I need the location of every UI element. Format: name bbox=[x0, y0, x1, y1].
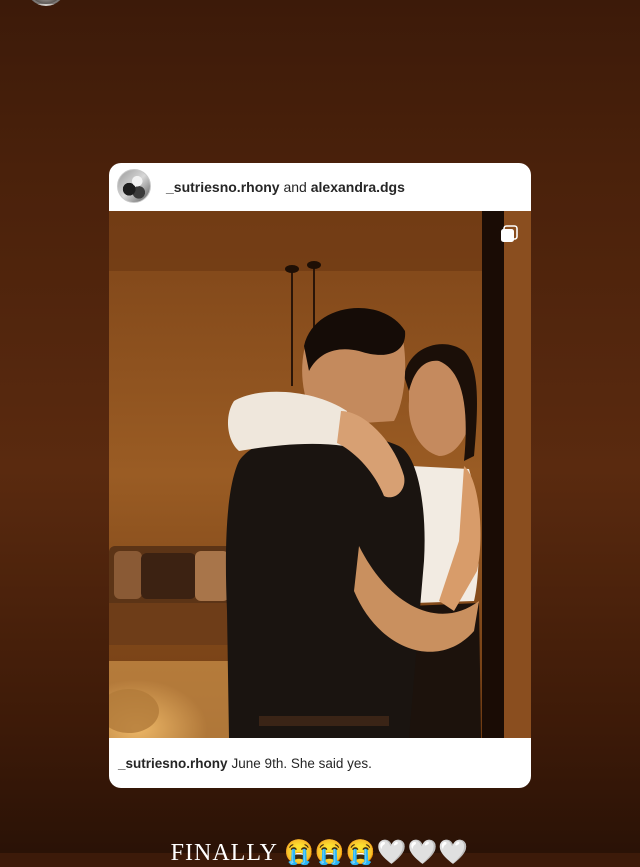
caption-username[interactable]: _sutriesno.rhony bbox=[118, 756, 228, 771]
post-authors-conjunction: and bbox=[283, 179, 307, 195]
post-author-username[interactable]: _sutriesno.rhony bbox=[166, 179, 280, 195]
post-photo-illustration bbox=[109, 211, 531, 738]
shared-post-card[interactable]: _sutriesno.rhony and alexandra.dgs _sutr… bbox=[109, 163, 531, 788]
post-photo[interactable] bbox=[109, 211, 531, 738]
story-author-avatar[interactable] bbox=[26, 0, 66, 6]
post-collaborator-username[interactable]: alexandra.dgs bbox=[311, 179, 405, 195]
multiple-images-icon bbox=[501, 225, 518, 242]
post-caption: _sutriesno.rhony June 9th. She said yes. bbox=[109, 738, 531, 788]
caption-text: June 9th. She said yes. bbox=[231, 755, 372, 771]
post-author-avatar[interactable] bbox=[117, 169, 151, 203]
post-authors: _sutriesno.rhony and alexandra.dgs bbox=[166, 179, 405, 195]
post-header: _sutriesno.rhony and alexandra.dgs bbox=[109, 163, 531, 211]
